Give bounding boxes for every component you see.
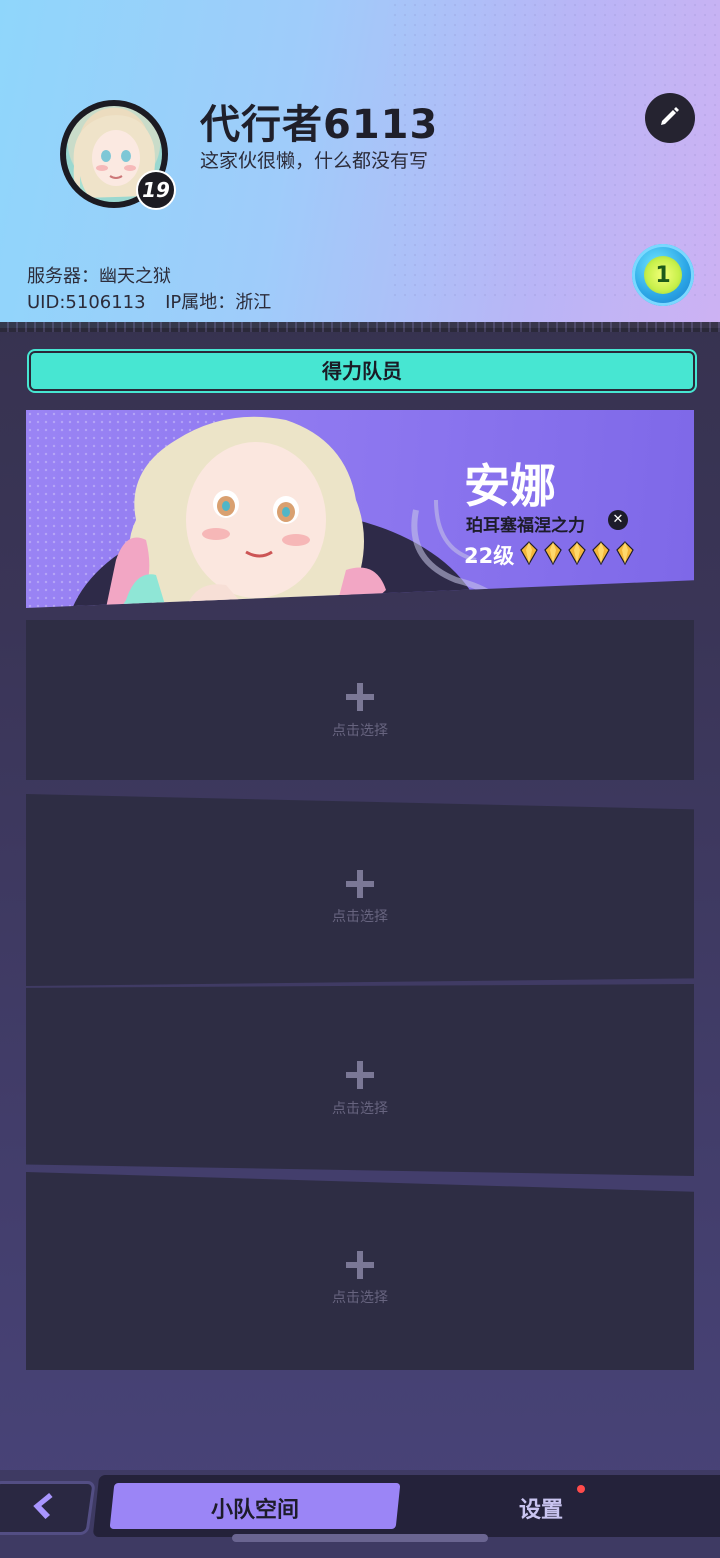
- star-gem-icon: [616, 541, 634, 565]
- medal-icon: 1: [644, 256, 682, 294]
- slot-label: 点击选择: [332, 909, 388, 925]
- member-title: 珀耳塞福涅之力: [466, 516, 585, 536]
- home-indicator: [232, 1534, 488, 1542]
- star-gem-icon: [544, 541, 562, 565]
- medal-badge[interactable]: 1: [632, 244, 694, 306]
- empty-member-slot[interactable]: 点击选择: [26, 794, 694, 986]
- server-info: 服务器：幽天之狱: [27, 262, 171, 288]
- empty-member-slot[interactable]: 点击选择: [26, 1172, 694, 1370]
- pencil-icon: [658, 104, 682, 132]
- signature: 这家伙很懒，什么都没有写: [200, 150, 429, 172]
- member-name: 安娜: [464, 459, 556, 513]
- section-title: 得力队员: [29, 351, 695, 391]
- ip-label: IP属地：: [165, 292, 236, 313]
- uid-label: UID:: [27, 292, 66, 313]
- plus-icon: [346, 870, 374, 898]
- slot-label: 点击选择: [332, 723, 388, 739]
- member-level: 22级: [464, 544, 515, 568]
- empty-member-slot[interactable]: 点击选择: [26, 620, 694, 780]
- medal-value: 1: [655, 262, 671, 288]
- uid-value: 5106113: [65, 292, 146, 313]
- slot-label: 点击选择: [332, 1101, 388, 1117]
- star-gem-icon: [568, 541, 586, 565]
- slot-label: 点击选择: [332, 1290, 388, 1306]
- tab-settings[interactable]: 设置: [400, 1492, 682, 1524]
- ip-value: 浙江: [235, 292, 272, 313]
- tab-squad-space[interactable]: 小队空间: [112, 1492, 398, 1524]
- server-label: 服务器：: [27, 266, 99, 287]
- plus-icon: [346, 683, 374, 711]
- empty-member-slot[interactable]: 点击选择: [26, 984, 694, 1176]
- profile-header: 19 代行者6113 这家伙很懒，什么都没有写 服务器：幽天之狱 UID:510…: [0, 0, 720, 328]
- star-gem-icon: [520, 541, 538, 565]
- level-badge: 19: [136, 170, 176, 210]
- chevron-left-icon: [25, 1491, 58, 1525]
- plus-icon: [346, 1061, 374, 1089]
- server-value: 幽天之狱: [99, 266, 171, 287]
- back-button[interactable]: [0, 1481, 96, 1535]
- star-rating: [520, 541, 634, 565]
- username: 代行者6113: [200, 102, 439, 148]
- star-gem-icon: [592, 541, 610, 565]
- uid-info: UID:5106113 IP属地：浙江: [27, 288, 271, 314]
- notification-dot: [577, 1485, 585, 1493]
- edit-profile-button[interactable]: [645, 93, 695, 143]
- element-icon: ✕: [608, 510, 628, 530]
- plus-icon: [346, 1251, 374, 1279]
- member-card[interactable]: 安娜 珀耳塞福涅之力 ✕ 22级: [26, 410, 694, 608]
- decorative-divider: [0, 322, 720, 332]
